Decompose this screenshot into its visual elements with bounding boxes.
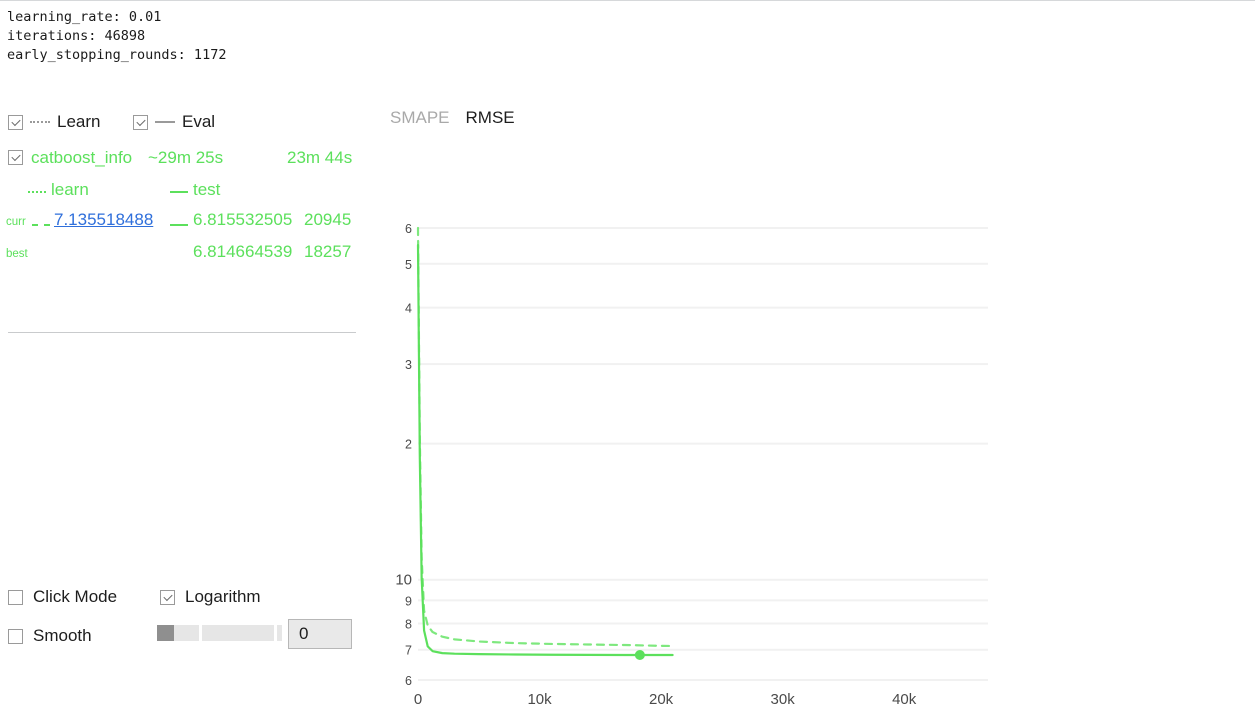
slider-tick-1 (199, 625, 202, 641)
best-point-marker[interactable] (634, 650, 645, 661)
logarithm-checkbox[interactable] (160, 589, 175, 605)
eval-checkbox[interactable] (133, 114, 148, 130)
metrics-table: catboost_info ~29m 25s 23m 44s learn tes… (0, 148, 370, 333)
x-axis-tick-label: 0 (414, 691, 422, 708)
curr-learn-dash-icon (32, 224, 50, 226)
y-axis-tick-label: 8 (405, 618, 412, 632)
toggle-eval[interactable]: Eval (133, 112, 215, 132)
run-name[interactable]: catboost_info (31, 148, 132, 168)
run-eta: ~29m 25s (148, 148, 224, 167)
x-axis-tick-label: 30k (771, 691, 796, 708)
tab-rmse[interactable]: RMSE (466, 108, 515, 128)
run-checkbox[interactable] (8, 150, 23, 165)
click-mode-label: Click Mode (33, 587, 118, 606)
best-test-value: 6.814664539 (193, 242, 293, 261)
logarithm-control[interactable]: Logarithm (160, 587, 261, 607)
best-iteration: 18257 (304, 242, 352, 261)
eval-label: Eval (182, 112, 216, 131)
y-axis-tick-label: 2 (405, 438, 412, 452)
tab-smape[interactable]: SMAPE (390, 108, 450, 128)
best-tag: best (6, 248, 28, 260)
y-axis-tick-label: 6 (405, 222, 412, 236)
curr-test-value: 6.815532505 (193, 210, 293, 229)
learn-dash-swatch-icon (30, 121, 50, 123)
logarithm-label: Logarithm (185, 587, 261, 606)
x-axis-tick-label: 40k (892, 691, 917, 708)
toggle-learn[interactable]: Learn (8, 112, 100, 132)
curr-learn-value[interactable]: 7.135518488 (54, 210, 153, 230)
x-axis-tick-label: 20k (649, 691, 674, 708)
run-elapsed: 23m 44s (287, 148, 353, 167)
test-solid-icon (170, 191, 188, 193)
smooth-slider[interactable] (157, 625, 282, 641)
curr-tag: curr (6, 216, 26, 228)
y-axis-tick-label: 9 (405, 594, 412, 608)
chart-container: SMAPE RMSE 6 5 4 3 2 10 9 8 7 6 0 10k 20k 30k 40k (390, 104, 1030, 714)
click-mode-control[interactable]: Click Mode (8, 587, 117, 607)
x-axis-tick-label: 10k (527, 691, 552, 708)
click-mode-checkbox[interactable] (8, 589, 23, 605)
loss-plot[interactable]: 6 5 4 3 2 10 9 8 7 6 0 10k 20k 30k 40k (390, 210, 1030, 710)
curr-test-solid-icon (170, 224, 188, 226)
run-row[interactable]: catboost_info ~29m 25s 23m 44s (0, 148, 370, 180)
curr-row: curr 7.135518488 6.815532505 20945 (0, 210, 370, 244)
top-border (0, 0, 1255, 1)
learn-dash-icon (28, 191, 46, 193)
series-header-row: learn test (0, 180, 370, 212)
metric-tabs: SMAPE RMSE (390, 108, 515, 128)
best-row: best 6.814664539 18257 (0, 242, 370, 276)
series-line-learn (416, 226, 674, 648)
curr-iteration: 20945 (304, 210, 352, 229)
smooth-checkbox[interactable] (8, 628, 23, 644)
training-parameters: learning_rate: 0.01 iterations: 46898 ea… (7, 9, 227, 63)
y-axis-tick-label: 4 (405, 302, 412, 316)
smooth-control[interactable]: Smooth (8, 626, 92, 646)
series-line-test (416, 243, 674, 657)
y-axis-tick-label: 10 (395, 572, 412, 589)
learn-checkbox[interactable] (8, 114, 23, 130)
panel-divider (8, 332, 356, 333)
smooth-label: Smooth (33, 626, 92, 645)
y-axis-tick-label: 7 (405, 644, 412, 658)
learn-column-header: learn (51, 180, 89, 199)
slider-thumb[interactable] (157, 625, 174, 641)
test-column-header: test (193, 180, 221, 199)
learn-label: Learn (57, 112, 101, 131)
plot-svg[interactable]: 654321098760 10k 20k 30k 40k (390, 210, 1030, 710)
slider-tick-2 (274, 625, 277, 641)
series-toggle-row: Learn Eval (0, 112, 370, 136)
y-axis-tick-label: 5 (405, 258, 412, 272)
y-axis-tick-label: 3 (405, 358, 412, 372)
smooth-value-input[interactable]: 0 (288, 619, 352, 649)
y-axis-tick-label: 6 (405, 674, 412, 688)
eval-solid-swatch-icon (155, 121, 175, 123)
